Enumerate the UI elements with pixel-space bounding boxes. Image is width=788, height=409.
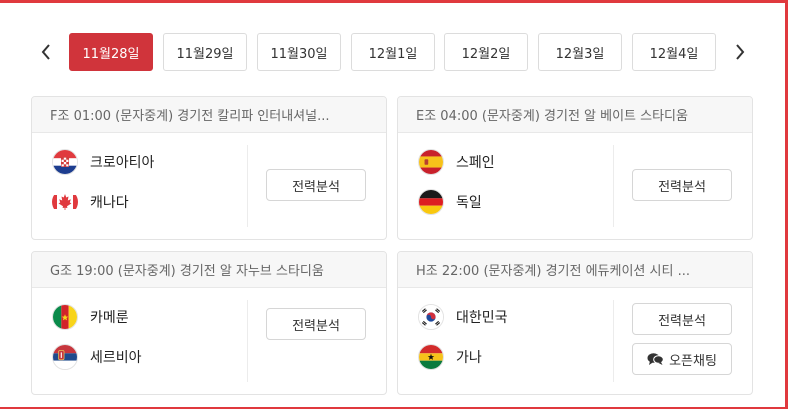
team-name: 가나 xyxy=(456,350,482,366)
team-name: 세르비아 xyxy=(90,350,142,366)
match-info: H조 22:00 (문자중계) 경기전 에듀케이션 시티 ... xyxy=(416,264,690,279)
analysis-button[interactable]: 전력분석 xyxy=(266,169,366,201)
analysis-button[interactable]: 전력분석 xyxy=(632,303,732,335)
date-tab-3[interactable]: 12월1일 xyxy=(351,33,435,71)
chevron-left-icon[interactable] xyxy=(30,33,62,71)
match-header: G조 19:00 (문자중계) 경기전 알 자누브 스타디움 xyxy=(32,252,386,288)
ghana-flag-icon xyxy=(418,344,444,370)
germany-flag-icon xyxy=(418,189,444,215)
team-away: 가나 xyxy=(418,343,482,371)
team-home: 크로아티아 xyxy=(52,148,154,176)
open-chat-label: 오픈채팅 xyxy=(669,353,717,369)
serbia-flag-icon xyxy=(52,344,78,370)
date-navigation: 11월28일 11월29일 11월30일 12월1일 12월2일 12월3일 1… xyxy=(30,33,756,71)
date-tab-4[interactable]: 12월2일 xyxy=(444,33,528,71)
divider xyxy=(247,145,248,227)
match-info: G조 19:00 (문자중계) 경기전 알 자누브 스타디움 xyxy=(50,264,324,279)
team-away: 독일 xyxy=(418,188,482,216)
team-name: 캐나다 xyxy=(90,195,129,211)
chevron-right-icon[interactable] xyxy=(724,33,756,71)
team-name: 대한민국 xyxy=(456,310,508,326)
analysis-button[interactable]: 전력분석 xyxy=(266,308,366,340)
team-away: 세르비아 xyxy=(52,343,142,371)
team-away: 캐나다 xyxy=(52,188,129,216)
team-name: 크로아티아 xyxy=(90,155,155,171)
date-tab-5[interactable]: 12월3일 xyxy=(538,33,622,71)
team-home: 카메룬 xyxy=(52,303,129,331)
date-tab-0[interactable]: 11월28일 xyxy=(69,33,153,71)
date-tab-1[interactable]: 11월29일 xyxy=(163,33,247,71)
match-header: H조 22:00 (문자중계) 경기전 에듀케이션 시티 ... xyxy=(398,252,752,288)
team-name: 스페인 xyxy=(456,155,495,171)
date-tab-2[interactable]: 11월30일 xyxy=(257,33,341,71)
match-info: F조 01:00 (문자중계) 경기전 칼리파 인터내셔널... xyxy=(50,109,330,124)
divider xyxy=(613,145,614,227)
match-card: E조 04:00 (문자중계) 경기전 알 베이트 스타디움 스페인 독일 전력… xyxy=(397,96,753,240)
match-card: H조 22:00 (문자중계) 경기전 에듀케이션 시티 ... 대한민국 가나… xyxy=(397,251,753,395)
open-chat-button[interactable]: 오픈채팅 xyxy=(632,343,732,375)
date-tab-6[interactable]: 12월4일 xyxy=(632,33,716,71)
korea-flag-icon xyxy=(418,304,444,330)
divider xyxy=(613,300,614,382)
analysis-button[interactable]: 전력분석 xyxy=(632,169,732,201)
team-home: 대한민국 xyxy=(418,303,508,331)
match-header: F조 01:00 (문자중계) 경기전 칼리파 인터내셔널... xyxy=(32,97,386,133)
match-header: E조 04:00 (문자중계) 경기전 알 베이트 스타디움 xyxy=(398,97,752,133)
top-border xyxy=(0,0,788,3)
chat-bubbles-icon xyxy=(647,353,664,365)
team-home: 스페인 xyxy=(418,148,495,176)
divider xyxy=(247,300,248,382)
team-name: 카메룬 xyxy=(90,310,129,326)
match-card: G조 19:00 (문자중계) 경기전 알 자누브 스타디움 카메룬 세르비아 xyxy=(31,251,387,395)
croatia-flag-icon xyxy=(52,149,78,175)
spain-flag-icon xyxy=(418,149,444,175)
cameroon-flag-icon xyxy=(52,304,78,330)
team-name: 독일 xyxy=(456,195,482,211)
match-card: F조 01:00 (문자중계) 경기전 칼리파 인터내셔널... 크로아티아 캐… xyxy=(31,96,387,240)
match-info: E조 04:00 (문자중계) 경기전 알 베이트 스타디움 xyxy=(416,109,688,124)
canada-flag-icon xyxy=(52,189,78,215)
